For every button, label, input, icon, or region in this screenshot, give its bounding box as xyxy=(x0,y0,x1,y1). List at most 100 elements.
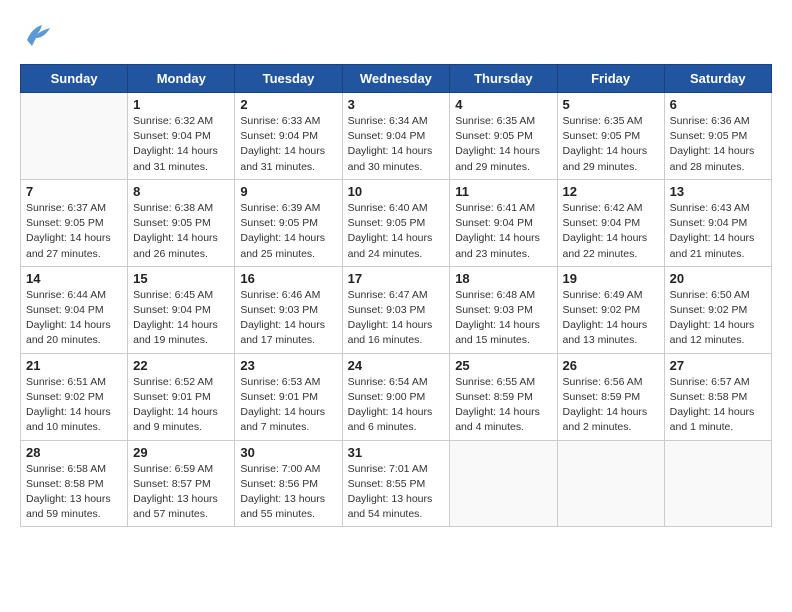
calendar-header: SundayMondayTuesdayWednesdayThursdayFrid… xyxy=(21,65,772,93)
day-number: 19 xyxy=(563,271,659,286)
day-number: 2 xyxy=(240,97,336,112)
weekday-header-monday: Monday xyxy=(128,65,235,93)
day-number: 27 xyxy=(670,358,766,373)
day-info: Sunrise: 6:57 AMSunset: 8:58 PMDaylight:… xyxy=(670,375,766,436)
day-number: 8 xyxy=(133,184,229,199)
calendar-cell: 21 Sunrise: 6:51 AMSunset: 9:02 PMDayligh… xyxy=(21,353,128,440)
weekday-header-friday: Friday xyxy=(557,65,664,93)
day-info: Sunrise: 6:44 AMSunset: 9:04 PMDaylight:… xyxy=(26,288,122,349)
day-info: Sunrise: 6:58 AMSunset: 8:58 PMDaylight:… xyxy=(26,462,122,523)
calendar-cell: 15 Sunrise: 6:45 AMSunset: 9:04 PMDayligh… xyxy=(128,266,235,353)
calendar-cell: 30Sunrise: 7:00 AMSunset: 8:56 PMDayligh… xyxy=(235,440,342,527)
day-number: 31 xyxy=(348,445,445,460)
weekday-header-tuesday: Tuesday xyxy=(235,65,342,93)
day-info: Sunrise: 6:50 AMSunset: 9:02 PMDaylight:… xyxy=(670,288,766,349)
day-info: Sunrise: 6:39 AMSunset: 9:05 PMDaylight:… xyxy=(240,201,336,262)
calendar-cell: 7 Sunrise: 6:37 AMSunset: 9:05 PMDaylight… xyxy=(21,179,128,266)
day-info: Sunrise: 6:42 AMSunset: 9:04 PMDaylight:… xyxy=(563,201,659,262)
day-info: Sunrise: 6:35 AMSunset: 9:05 PMDaylight:… xyxy=(563,114,659,175)
day-number: 7 xyxy=(26,184,122,199)
weekday-header-sunday: Sunday xyxy=(21,65,128,93)
day-info: Sunrise: 6:54 AMSunset: 9:00 PMDaylight:… xyxy=(348,375,445,436)
calendar-week-1: 1 Sunrise: 6:32 AMSunset: 9:04 PMDaylight… xyxy=(21,93,772,180)
calendar-cell: 5 Sunrise: 6:35 AMSunset: 9:05 PMDaylight… xyxy=(557,93,664,180)
calendar-cell xyxy=(21,93,128,180)
day-info: Sunrise: 6:46 AMSunset: 9:03 PMDaylight:… xyxy=(240,288,336,349)
calendar-cell: 3 Sunrise: 6:34 AMSunset: 9:04 PMDaylight… xyxy=(342,93,450,180)
weekday-header-thursday: Thursday xyxy=(450,65,557,93)
day-number: 12 xyxy=(563,184,659,199)
calendar-week-5: 28 Sunrise: 6:58 AMSunset: 8:58 PMDayligh… xyxy=(21,440,772,527)
calendar-cell: 12 Sunrise: 6:42 AMSunset: 9:04 PMDayligh… xyxy=(557,179,664,266)
page-header xyxy=(20,20,772,48)
calendar-table: SundayMondayTuesdayWednesdayThursdayFrid… xyxy=(20,64,772,527)
calendar-cell: 11 Sunrise: 6:41 AMSunset: 9:04 PMDayligh… xyxy=(450,179,557,266)
day-number: 11 xyxy=(455,184,551,199)
calendar-cell: 29 Sunrise: 6:59 AMSunset: 8:57 PMDayligh… xyxy=(128,440,235,527)
day-number: 3 xyxy=(348,97,445,112)
calendar-cell: 13Sunrise: 6:43 AMSunset: 9:04 PMDayligh… xyxy=(664,179,771,266)
day-info: Sunrise: 6:40 AMSunset: 9:05 PMDaylight:… xyxy=(348,201,445,262)
day-info: Sunrise: 6:32 AMSunset: 9:04 PMDaylight:… xyxy=(133,114,229,175)
day-number: 4 xyxy=(455,97,551,112)
day-number: 18 xyxy=(455,271,551,286)
day-number: 23 xyxy=(240,358,336,373)
day-number: 26 xyxy=(563,358,659,373)
day-info: Sunrise: 6:38 AMSunset: 9:05 PMDaylight:… xyxy=(133,201,229,262)
calendar-cell: 1 Sunrise: 6:32 AMSunset: 9:04 PMDaylight… xyxy=(128,93,235,180)
calendar-cell: 2 Sunrise: 6:33 AMSunset: 9:04 PMDaylight… xyxy=(235,93,342,180)
day-info: Sunrise: 6:48 AMSunset: 9:03 PMDaylight:… xyxy=(455,288,551,349)
day-info: Sunrise: 6:49 AMSunset: 9:02 PMDaylight:… xyxy=(563,288,659,349)
day-info: Sunrise: 6:55 AMSunset: 8:59 PMDaylight:… xyxy=(455,375,551,436)
calendar-cell: 14 Sunrise: 6:44 AMSunset: 9:04 PMDayligh… xyxy=(21,266,128,353)
day-info: Sunrise: 6:37 AMSunset: 9:05 PMDaylight:… xyxy=(26,201,122,262)
day-info: Sunrise: 6:51 AMSunset: 9:02 PMDaylight:… xyxy=(26,375,122,436)
day-info: Sunrise: 6:35 AMSunset: 9:05 PMDaylight:… xyxy=(455,114,551,175)
calendar-cell: 19 Sunrise: 6:49 AMSunset: 9:02 PMDayligh… xyxy=(557,266,664,353)
calendar-cell: 31 Sunrise: 7:01 AMSunset: 8:55 PMDayligh… xyxy=(342,440,450,527)
day-number: 13 xyxy=(670,184,766,199)
day-number: 17 xyxy=(348,271,445,286)
calendar-cell xyxy=(450,440,557,527)
calendar-cell: 17 Sunrise: 6:47 AMSunset: 9:03 PMDayligh… xyxy=(342,266,450,353)
day-number: 15 xyxy=(133,271,229,286)
day-info: Sunrise: 6:56 AMSunset: 8:59 PMDaylight:… xyxy=(563,375,659,436)
day-info: Sunrise: 6:36 AMSunset: 9:05 PMDaylight:… xyxy=(670,114,766,175)
calendar-week-4: 21 Sunrise: 6:51 AMSunset: 9:02 PMDayligh… xyxy=(21,353,772,440)
day-info: Sunrise: 7:00 AMSunset: 8:56 PMDaylight:… xyxy=(240,462,336,523)
calendar-week-2: 7 Sunrise: 6:37 AMSunset: 9:05 PMDaylight… xyxy=(21,179,772,266)
weekday-header-row: SundayMondayTuesdayWednesdayThursdayFrid… xyxy=(21,65,772,93)
calendar-body: 1 Sunrise: 6:32 AMSunset: 9:04 PMDaylight… xyxy=(21,93,772,527)
calendar-cell: 23 Sunrise: 6:53 AMSunset: 9:01 PMDayligh… xyxy=(235,353,342,440)
calendar-cell: 27 Sunrise: 6:57 AMSunset: 8:58 PMDayligh… xyxy=(664,353,771,440)
day-info: Sunrise: 6:33 AMSunset: 9:04 PMDaylight:… xyxy=(240,114,336,175)
day-number: 28 xyxy=(26,445,122,460)
day-info: Sunrise: 6:45 AMSunset: 9:04 PMDaylight:… xyxy=(133,288,229,349)
day-number: 5 xyxy=(563,97,659,112)
day-info: Sunrise: 6:34 AMSunset: 9:04 PMDaylight:… xyxy=(348,114,445,175)
day-number: 25 xyxy=(455,358,551,373)
day-info: Sunrise: 6:59 AMSunset: 8:57 PMDaylight:… xyxy=(133,462,229,523)
day-number: 9 xyxy=(240,184,336,199)
logo-bird-icon xyxy=(22,20,52,48)
day-info: Sunrise: 6:53 AMSunset: 9:01 PMDaylight:… xyxy=(240,375,336,436)
day-info: Sunrise: 6:47 AMSunset: 9:03 PMDaylight:… xyxy=(348,288,445,349)
day-number: 16 xyxy=(240,271,336,286)
day-number: 14 xyxy=(26,271,122,286)
weekday-header-wednesday: Wednesday xyxy=(342,65,450,93)
day-number: 29 xyxy=(133,445,229,460)
calendar-cell: 18 Sunrise: 6:48 AMSunset: 9:03 PMDayligh… xyxy=(450,266,557,353)
calendar-cell: 20 Sunrise: 6:50 AMSunset: 9:02 PMDayligh… xyxy=(664,266,771,353)
day-number: 20 xyxy=(670,271,766,286)
day-number: 1 xyxy=(133,97,229,112)
calendar-cell xyxy=(557,440,664,527)
calendar-cell: 10 Sunrise: 6:40 AMSunset: 9:05 PMDayligh… xyxy=(342,179,450,266)
calendar-cell: 28 Sunrise: 6:58 AMSunset: 8:58 PMDayligh… xyxy=(21,440,128,527)
calendar-cell: 26 Sunrise: 6:56 AMSunset: 8:59 PMDayligh… xyxy=(557,353,664,440)
day-number: 22 xyxy=(133,358,229,373)
day-number: 10 xyxy=(348,184,445,199)
day-info: Sunrise: 7:01 AMSunset: 8:55 PMDaylight:… xyxy=(348,462,445,523)
day-number: 21 xyxy=(26,358,122,373)
day-info: Sunrise: 6:41 AMSunset: 9:04 PMDaylight:… xyxy=(455,201,551,262)
weekday-header-saturday: Saturday xyxy=(664,65,771,93)
